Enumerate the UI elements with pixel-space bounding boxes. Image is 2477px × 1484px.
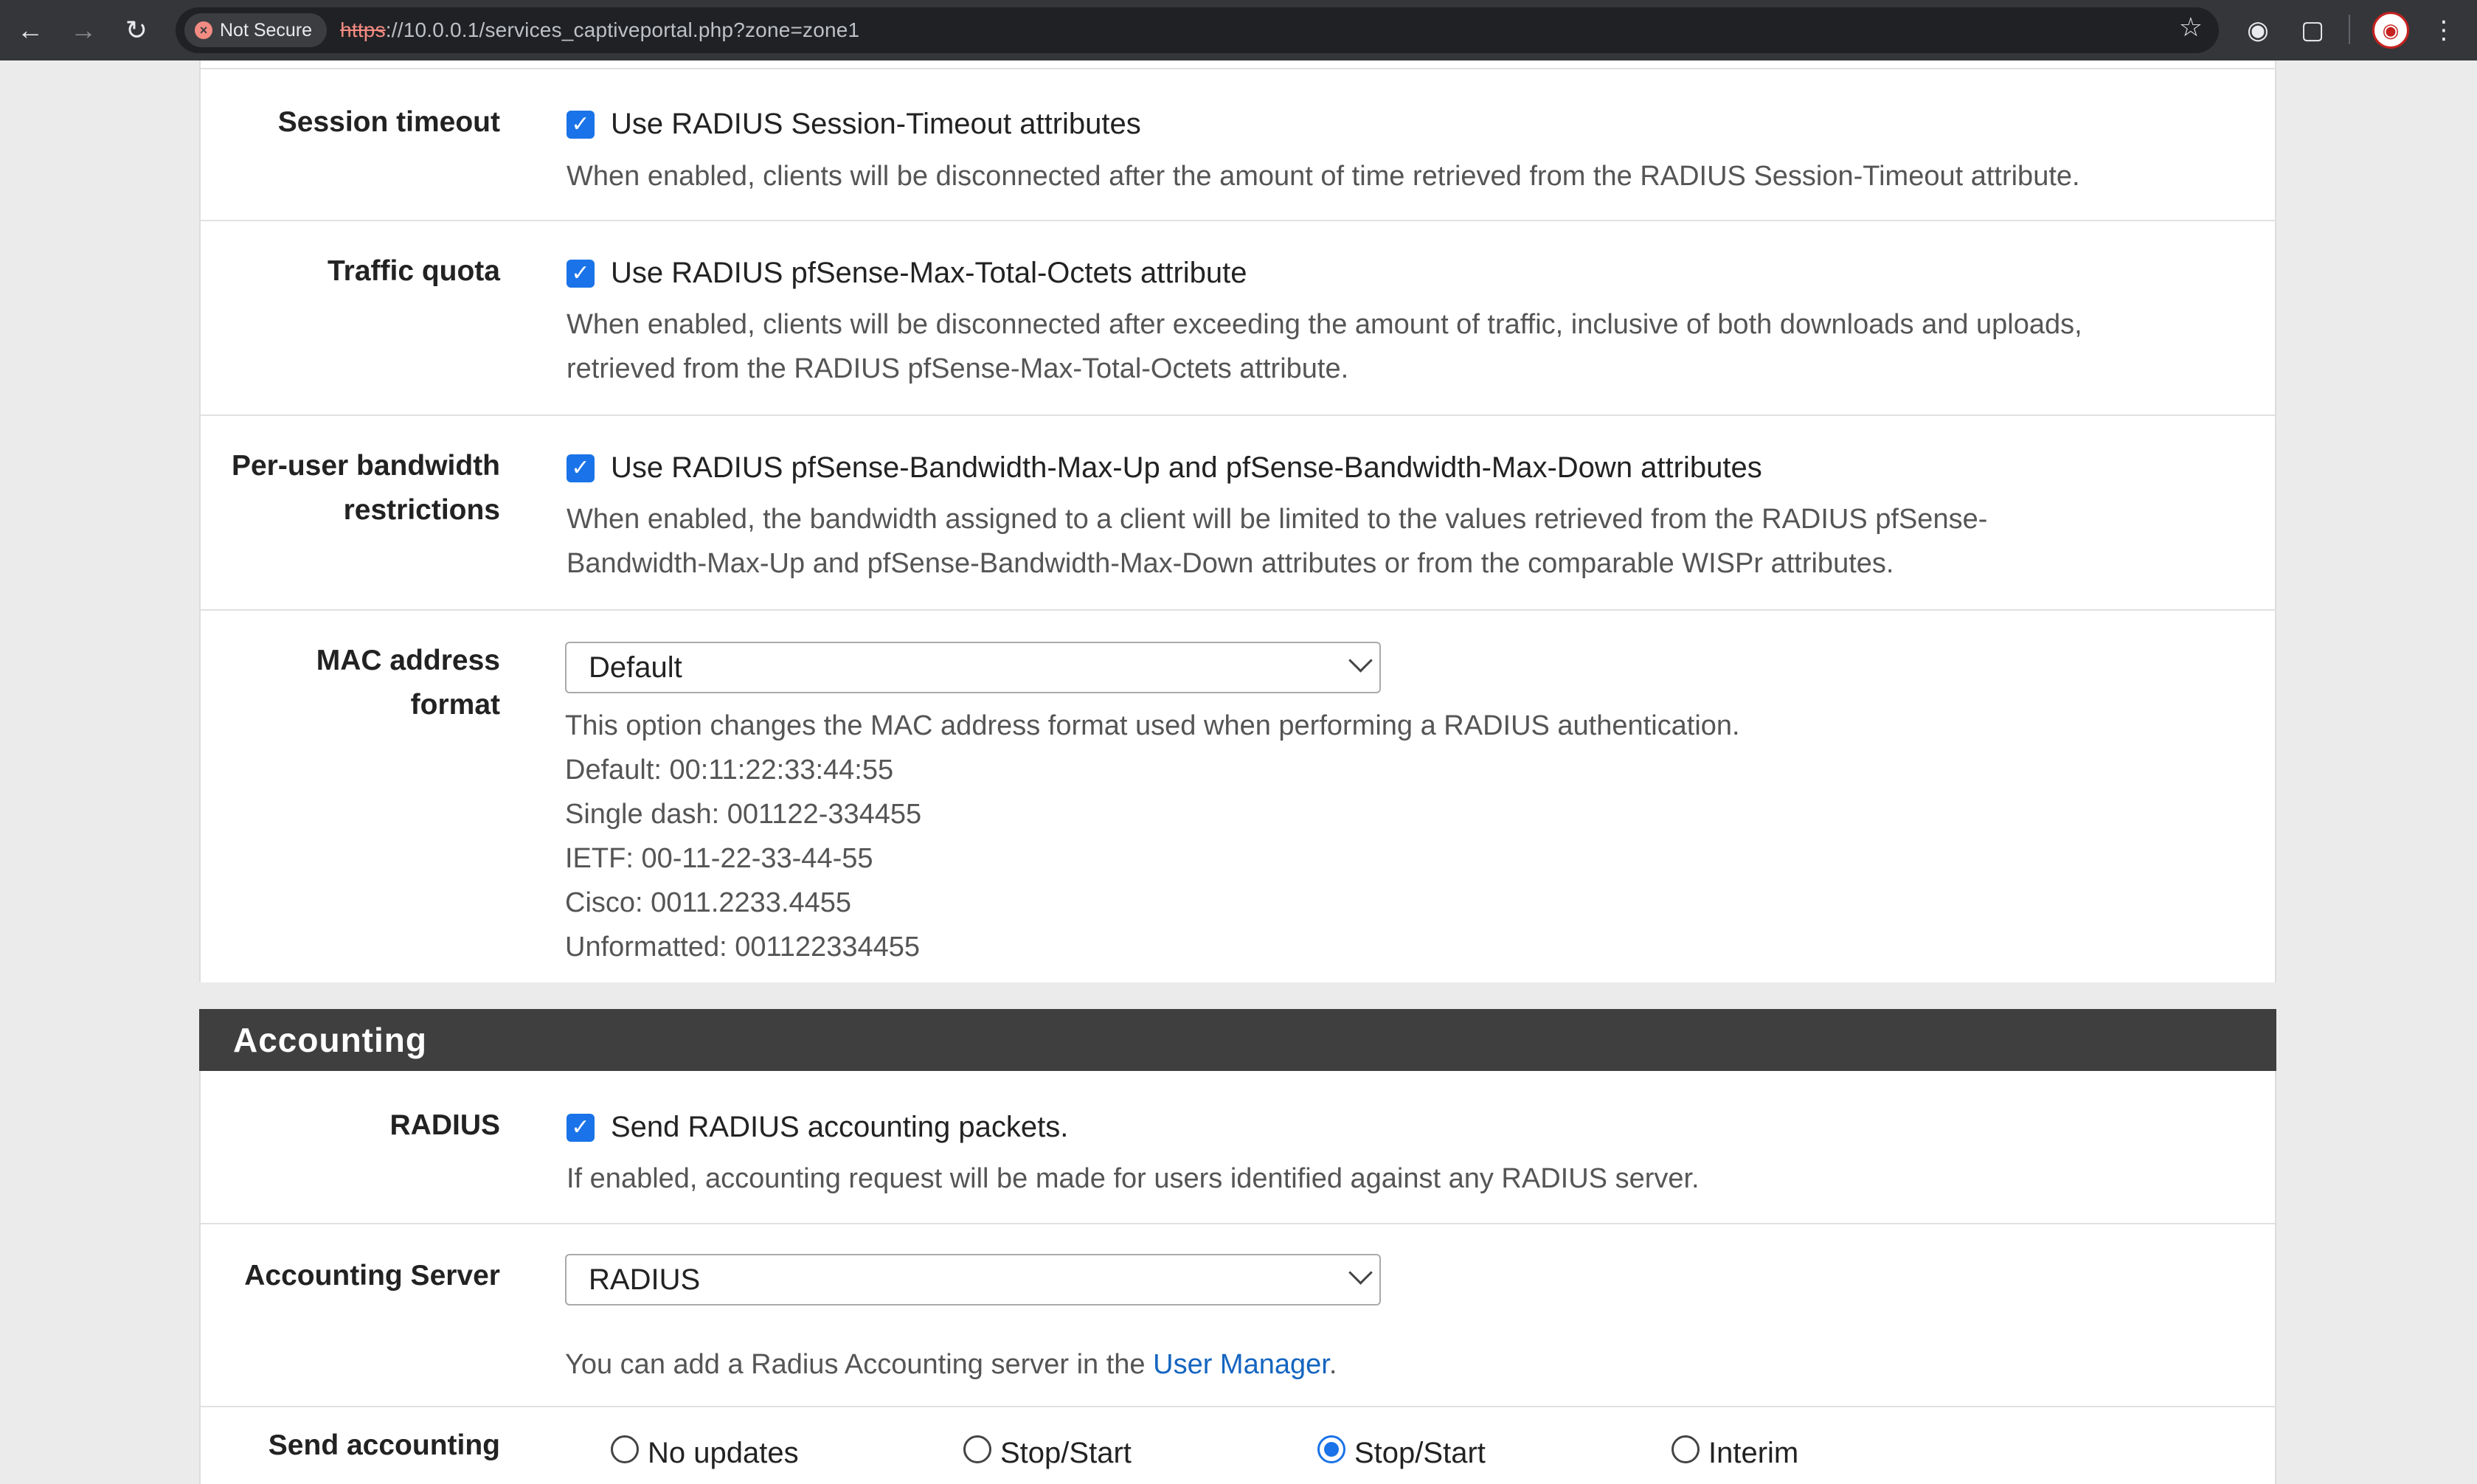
mac-format-example-ietf: IETF: 00-11-22-33-44-55 xyxy=(565,843,873,874)
mac-format-row: MAC address format Default This option c… xyxy=(201,609,2275,982)
mac-format-example-single-dash: Single dash: 001122-334455 xyxy=(565,799,922,830)
stop-start-radio[interactable] xyxy=(963,1435,991,1463)
address-bar[interactable]: × Not Secure https://10.0.0.1/services_c… xyxy=(176,7,2219,53)
mac-format-label-line2: format xyxy=(410,689,500,721)
accounting-panel: RADIUS ✓ Send RADIUS accounting packets.… xyxy=(199,1071,2276,1484)
warning-icon: × xyxy=(195,21,212,39)
mac-format-example-unformatted: Unformatted: 001122334455 xyxy=(565,932,920,963)
stop-start-freeradius-radio-label[interactable]: Stop/Start xyxy=(1354,1435,1486,1471)
session-timeout-help: When enabled, clients will be disconnect… xyxy=(567,161,2080,192)
traffic-quota-label: Traffic quota xyxy=(327,255,500,287)
traffic-quota-checkbox-label[interactable]: Use RADIUS pfSense-Max-Total-Octets attr… xyxy=(611,255,1247,291)
interim-radio-label[interactable]: Interim xyxy=(1708,1435,1798,1471)
traffic-quota-help-line1: When enabled, clients will be disconnect… xyxy=(567,309,2082,340)
bandwidth-row: Per-user bandwidth restrictions ✓ Use RA… xyxy=(201,415,2275,609)
user-manager-link[interactable]: User Manager xyxy=(1153,1349,1329,1380)
security-indicator[interactable]: × Not Secure xyxy=(184,13,328,47)
mac-format-example-cisco: Cisco: 0011.2233.4455 xyxy=(565,887,852,918)
forward-arrow-icon[interactable]: → xyxy=(63,10,103,50)
bandwidth-checkbox[interactable]: ✓ xyxy=(567,454,595,482)
traffic-quota-help-line2: retrieved from the RADIUS pfSense-Max-To… xyxy=(567,353,1349,384)
no-updates-radio-label[interactable]: No updates xyxy=(648,1435,799,1471)
mac-format-example-default: Default: 00:11:22:33:44:55 xyxy=(565,755,894,786)
chevron-down-icon xyxy=(1348,648,1373,673)
traffic-quota-checkbox[interactable]: ✓ xyxy=(567,260,595,288)
session-timeout-checkbox[interactable]: ✓ xyxy=(567,111,595,139)
mac-format-label-line1: MAC address xyxy=(316,645,500,676)
auth-options-panel: Session timeout ✓ Use RADIUS Session-Tim… xyxy=(199,60,2276,982)
url-text[interactable]: https://10.0.0.1/services_captiveportal.… xyxy=(340,18,859,42)
accounting-server-selected-value: RADIUS xyxy=(589,1263,701,1296)
url-path: ://10.0.0.1/services_captiveportal.php?z… xyxy=(385,18,860,41)
more-menu-icon[interactable]: ⋮ xyxy=(2424,10,2464,50)
mac-format-select[interactable]: Default xyxy=(565,642,1381,693)
accounting-server-help-text: You can add a Radius Accounting server i… xyxy=(565,1349,1154,1380)
interim-radio[interactable] xyxy=(1671,1435,1700,1463)
session-timeout-label: Session timeout xyxy=(277,106,500,138)
mac-format-help: This option changes the MAC address form… xyxy=(565,710,1740,741)
session-timeout-checkbox-label[interactable]: Use RADIUS Session-Timeout attributes xyxy=(611,106,1141,142)
send-accounting-row: Send accounting No updates Stop/Start St… xyxy=(201,1406,2275,1484)
radius-accounting-label: RADIUS xyxy=(389,1109,500,1141)
accounting-section-title: Accounting xyxy=(199,1009,2276,1071)
bookmark-star-icon[interactable]: ☆ xyxy=(2179,12,2203,43)
bandwidth-label-line2: restrictions xyxy=(343,494,500,526)
bandwidth-help-line2: Bandwidth-Max-Up and pfSense-Bandwidth-M… xyxy=(567,548,1894,579)
radius-accounting-row: RADIUS ✓ Send RADIUS accounting packets.… xyxy=(201,1071,2275,1223)
bandwidth-checkbox-label[interactable]: Use RADIUS pfSense-Bandwidth-Max-Up and … xyxy=(611,450,1762,485)
send-accounting-label: Send accounting xyxy=(268,1429,500,1461)
bandwidth-label-line1: Per-user bandwidth xyxy=(231,450,500,482)
back-arrow-icon[interactable]: ← xyxy=(10,10,50,50)
accounting-server-select[interactable]: RADIUS xyxy=(565,1254,1381,1306)
security-label: Not Secure xyxy=(220,19,313,41)
accounting-server-help: You can add a Radius Accounting server i… xyxy=(565,1342,1337,1387)
radius-accounting-checkbox[interactable]: ✓ xyxy=(567,1114,595,1142)
puzzle-icon[interactable]: ▢ xyxy=(2293,10,2332,50)
radius-accounting-checkbox-label[interactable]: Send RADIUS accounting packets. xyxy=(611,1109,1068,1145)
accounting-server-label: Accounting Server xyxy=(244,1260,500,1291)
accounting-server-row: Accounting Server RADIUS You can add a R… xyxy=(201,1223,2275,1406)
session-timeout-row: Session timeout ✓ Use RADIUS Session-Tim… xyxy=(201,69,2275,220)
no-updates-radio[interactable] xyxy=(611,1435,639,1463)
radius-accounting-help: If enabled, accounting request will be m… xyxy=(567,1163,1700,1194)
url-scheme: https xyxy=(340,18,386,41)
stop-start-radio-label[interactable]: Stop/Start xyxy=(1000,1435,1132,1471)
chevron-down-icon xyxy=(1348,1261,1373,1285)
reload-icon[interactable]: ↻ xyxy=(117,10,156,50)
browser-toolbar: ← → ↻ × Not Secure https://10.0.0.1/serv… xyxy=(0,0,2477,60)
stop-start-freeradius-radio[interactable] xyxy=(1317,1435,1345,1463)
profile-avatar[interactable]: ◉ xyxy=(2372,12,2409,49)
extension-icon[interactable]: ◉ xyxy=(2238,10,2278,50)
accounting-server-help-suffix: . xyxy=(1328,1349,1337,1380)
traffic-quota-row: Traffic quota ✓ Use RADIUS pfSense-Max-T… xyxy=(201,220,2275,415)
mac-format-selected-value: Default xyxy=(589,651,682,684)
toolbar-divider xyxy=(2349,15,2350,44)
bandwidth-help-line1: When enabled, the bandwidth assigned to … xyxy=(567,504,1988,535)
